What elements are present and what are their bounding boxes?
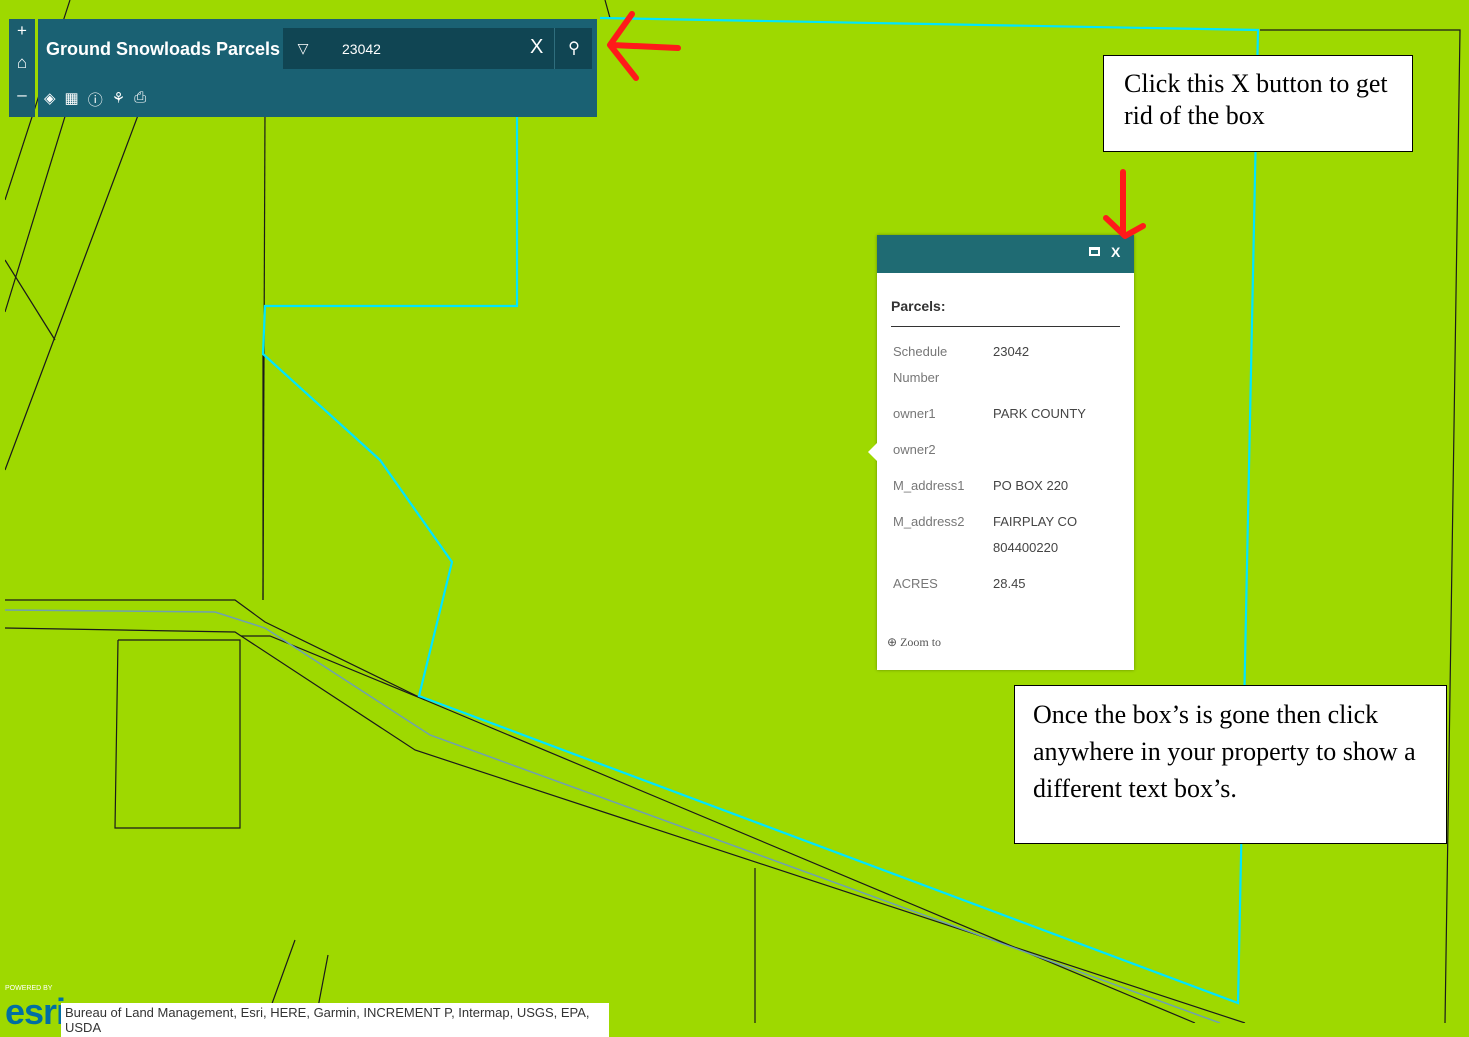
field-value: 23042 [993,344,1030,359]
zoom-to-label: Zoom to [900,635,942,649]
field-row: ACRES 28.45 [893,571,1113,597]
field-key: M_address2 [893,514,965,529]
field-row: M_address2 FAIRPLAY CO 804400220 [893,509,1093,561]
zoom-controls: + ⌂ – [9,19,35,117]
zoom-in-button[interactable]: + [9,19,35,51]
field-value: PARK COUNTY [993,406,1086,421]
triangle-down-icon: ▽ [297,40,309,56]
field-row: owner1 PARK COUNTY [893,401,1113,427]
popup-header: X [877,235,1134,273]
maximize-button[interactable] [1089,247,1100,256]
field-value: PO BOX 220 [993,478,1069,493]
attribution-credits: Bureau of Land Management, Esri, HERE, G… [61,1003,609,1037]
instruction-note-click-property: Once the box’s is gone then click anywhe… [1014,685,1447,844]
zoom-in-icon: ⊕ [887,635,898,649]
search-icon: ⚲ [568,40,580,57]
clear-search-button[interactable]: X [530,36,543,59]
field-value: FAIRPLAY CO 804400220 [993,514,1078,555]
app-header: Ground Snowloads Parcels ▽ 23042 X ⚲ ◈ ▦… [38,19,597,117]
zoom-to-link[interactable]: ⊕ Zoom to [887,635,941,650]
instruction-note-close: Click this X button to get rid of the bo… [1103,55,1413,152]
measure-icon[interactable]: ⚘ [112,89,125,110]
map[interactable] [5,0,1465,1023]
parcel-lines [5,0,1461,1023]
field-key: Schedule Number [893,344,948,385]
field-row: owner2 [893,437,1113,463]
esri-logo: esri [5,991,66,1032]
layers-icon[interactable]: ◈ [44,89,56,110]
field-key: ACRES [893,576,938,591]
home-button[interactable]: ⌂ [9,51,35,83]
field-row: Schedule Number 23042 [893,339,1113,391]
toolbar: ◈ ▦ ⓘ ⚘ ⎙ [44,89,146,110]
popup-title: Parcels: [891,298,946,314]
field-value: 28.45 [993,576,1026,591]
search-source-dropdown[interactable]: ▽ [283,28,323,69]
search-input[interactable]: 23042 [342,41,381,57]
basemap-gallery-icon[interactable]: ▦ [65,89,79,110]
print-icon[interactable]: ⎙ [134,89,146,110]
field-key: owner1 [893,406,936,421]
zoom-out-button[interactable]: – [9,83,35,115]
popup-pointer [868,442,878,462]
parcel-popup: X Parcels: Schedule Number 23042 owner1 PA… [868,235,1134,670]
app-title: Ground Snowloads Parcels [46,39,281,59]
search-widget: ▽ 23042 X ⚲ [283,28,592,69]
attribution: POWERED BY esri Bureau of Land Managemen… [5,985,609,1037]
field-key: M_address1 [893,478,965,493]
popup-close-button[interactable]: X [1111,244,1120,260]
field-row: M_address1 PO BOX 220 [893,473,1113,499]
search-button[interactable]: ⚲ [554,28,593,69]
field-key: owner2 [893,442,936,457]
divider [891,326,1120,327]
info-icon[interactable]: ⓘ [88,89,103,110]
home-icon: ⌂ [16,53,28,72]
